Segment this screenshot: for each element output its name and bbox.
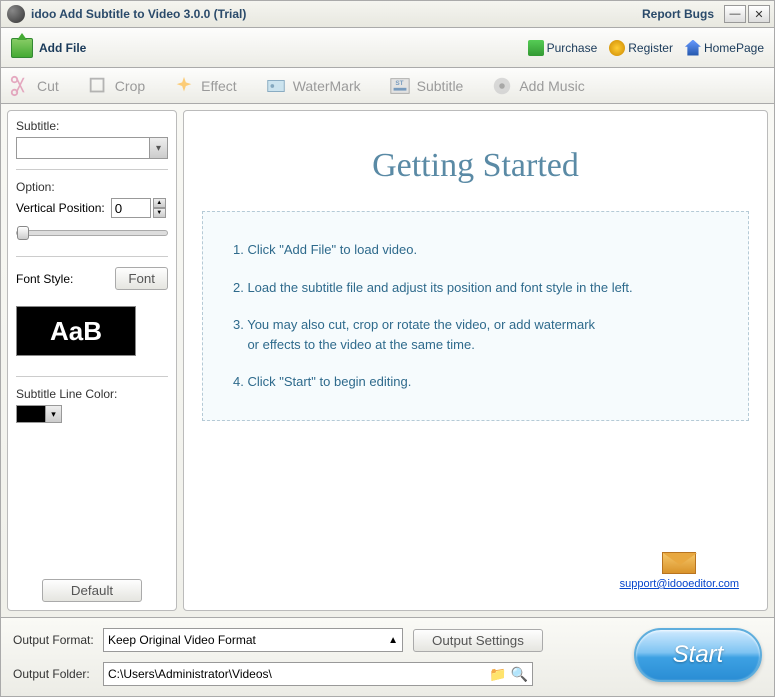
- tab-crop[interactable]: Crop: [87, 75, 145, 97]
- tab-subtitle[interactable]: ST Subtitle: [389, 75, 464, 97]
- homepage-icon: [685, 40, 701, 56]
- output-settings-button[interactable]: Output Settings: [413, 629, 543, 652]
- folder-icon[interactable]: 📁: [489, 666, 506, 683]
- music-icon: [491, 75, 513, 97]
- minimize-button[interactable]: —: [724, 5, 746, 23]
- start-button[interactable]: Start: [634, 628, 762, 682]
- vertical-position-input[interactable]: [111, 198, 151, 218]
- titlebar: idoo Add Subtitle to Video 3.0.0 (Trial)…: [0, 0, 775, 28]
- add-file-label: Add File: [39, 41, 86, 55]
- options-panel: Subtitle: ▾ Option: Vertical Position: ▲…: [7, 110, 177, 611]
- color-dropdown-button[interactable]: ▾: [46, 405, 62, 423]
- output-folder-label: Output Folder:: [13, 667, 103, 681]
- crop-icon: [87, 75, 109, 97]
- content-panel: Getting Started 1. Click "Add File" to l…: [183, 110, 768, 611]
- tab-watermark[interactable]: WaterMark: [265, 75, 361, 97]
- vertical-position-slider[interactable]: [16, 230, 168, 236]
- sparkle-icon: [173, 75, 195, 97]
- subtitle-combo[interactable]: ▾: [16, 137, 168, 159]
- main-area: Subtitle: ▾ Option: Vertical Position: ▲…: [0, 104, 775, 618]
- output-format-combo[interactable]: Keep Original Video Format ▲: [103, 628, 403, 652]
- tool-tabs: Cut Crop Effect WaterMark ST Subtitle Ad…: [0, 68, 775, 104]
- tab-effect[interactable]: Effect: [173, 75, 237, 97]
- add-file-icon: [11, 38, 33, 58]
- mail-icon: [662, 552, 696, 574]
- purchase-link[interactable]: Purchase: [528, 40, 598, 56]
- slider-thumb[interactable]: [17, 226, 29, 240]
- output-format-value: Keep Original Video Format: [108, 633, 256, 647]
- vertical-position-label: Vertical Position:: [16, 201, 105, 215]
- font-preview: AaB: [16, 306, 136, 356]
- start-label: Start: [673, 641, 724, 669]
- font-button[interactable]: Font: [115, 267, 168, 290]
- search-icon[interactable]: 🔍: [511, 666, 528, 683]
- step-3: 3. You may also cut, crop or rotate the …: [233, 315, 718, 354]
- step-1: 1. Click "Add File" to load video.: [233, 240, 718, 260]
- report-bugs-link[interactable]: Report Bugs: [642, 7, 714, 21]
- scissors-icon: [9, 75, 31, 97]
- subtitle-icon: ST: [389, 75, 411, 97]
- close-button[interactable]: ✕: [748, 5, 770, 23]
- divider: [16, 376, 168, 377]
- divider: [16, 256, 168, 257]
- spin-down-button[interactable]: ▼: [153, 208, 166, 218]
- subtitle-label: Subtitle:: [16, 119, 168, 133]
- svg-text:ST: ST: [395, 80, 403, 87]
- tab-cut[interactable]: Cut: [9, 75, 59, 97]
- homepage-link[interactable]: HomePage: [685, 40, 764, 56]
- step-4: 4. Click "Start" to begin editing.: [233, 372, 718, 392]
- output-folder-input[interactable]: [108, 667, 485, 681]
- watermark-icon: [265, 75, 287, 97]
- register-link[interactable]: Register: [609, 40, 673, 56]
- default-button[interactable]: Default: [42, 579, 142, 602]
- purchase-icon: [528, 40, 544, 56]
- output-format-label: Output Format:: [13, 633, 103, 647]
- getting-started-title: Getting Started: [202, 147, 749, 185]
- color-swatch: [16, 405, 46, 423]
- add-file-button[interactable]: Add File: [11, 38, 86, 58]
- output-folder-field: 📁 🔍: [103, 662, 533, 686]
- window-title: idoo Add Subtitle to Video 3.0.0 (Trial): [31, 7, 642, 21]
- line-color-label: Subtitle Line Color:: [16, 387, 168, 401]
- app-logo-icon: [7, 5, 25, 23]
- support-email-link[interactable]: support@idooeditor.com: [620, 578, 739, 590]
- triangle-up-icon: ▲: [388, 635, 398, 646]
- spin-up-button[interactable]: ▲: [153, 198, 166, 208]
- divider: [16, 169, 168, 170]
- chevron-down-icon: ▾: [149, 138, 167, 158]
- step-2: 2. Load the subtitle file and adjust its…: [233, 278, 718, 298]
- main-toolbar: Add File Purchase Register HomePage: [0, 28, 775, 68]
- output-bar: Output Format: Keep Original Video Forma…: [0, 618, 775, 697]
- tab-addmusic[interactable]: Add Music: [491, 75, 584, 97]
- font-style-label: Font Style:: [16, 272, 115, 286]
- register-icon: [609, 40, 625, 56]
- instructions-box: 1. Click "Add File" to load video. 2. Lo…: [202, 211, 749, 421]
- option-label: Option:: [16, 180, 168, 194]
